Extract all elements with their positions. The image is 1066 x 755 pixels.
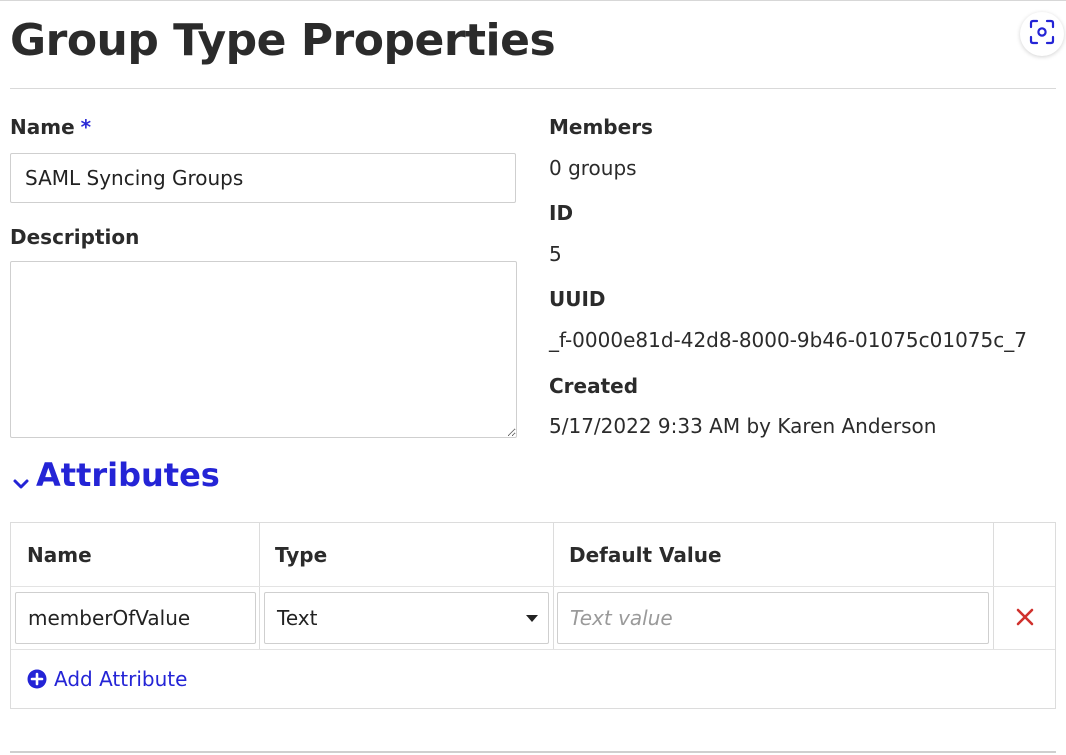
header-row-divider bbox=[11, 586, 1055, 587]
attribute-default-value-input[interactable] bbox=[557, 592, 989, 644]
column-header-default-value: Default Value bbox=[569, 542, 722, 567]
description-label: Description bbox=[10, 225, 140, 249]
focus-button[interactable] bbox=[1020, 12, 1064, 56]
add-attribute-button[interactable]: Add Attribute bbox=[27, 666, 187, 692]
top-border bbox=[0, 0, 1066, 1]
column-header-type: Type bbox=[275, 542, 328, 567]
close-icon bbox=[1015, 607, 1035, 631]
caret-down-icon bbox=[526, 614, 538, 622]
page-title: Group Type Properties bbox=[10, 15, 556, 66]
bottom-divider bbox=[10, 751, 1056, 753]
focus-scan-icon bbox=[1029, 19, 1055, 49]
members-value: 0 groups bbox=[549, 156, 637, 180]
created-label: Created bbox=[549, 374, 639, 398]
name-label: Name * bbox=[10, 114, 91, 140]
attributes-heading: Attributes bbox=[36, 456, 220, 494]
created-value: 5/17/2022 9:33 AM by Karen Anderson bbox=[549, 414, 937, 438]
id-value: 5 bbox=[549, 242, 562, 266]
group-type-properties-page: Group Type Properties Name* Description … bbox=[0, 0, 1066, 755]
attribute-name-input[interactable] bbox=[15, 592, 256, 644]
name-label-text: Name bbox=[10, 115, 75, 139]
column-header-name: Name bbox=[27, 542, 92, 567]
row-divider bbox=[11, 649, 1055, 650]
id-label: ID bbox=[549, 201, 574, 225]
title-divider bbox=[10, 88, 1056, 89]
attribute-type-select[interactable]: Text bbox=[264, 592, 549, 644]
uuid-value: _f-0000e81d-42d8-8000-9b46-01075c01075c_… bbox=[549, 328, 1027, 352]
attributes-table: Name Type Default Value Text bbox=[10, 522, 1056, 709]
delete-attribute-button[interactable] bbox=[1011, 605, 1039, 633]
add-attribute-label: Add Attribute bbox=[54, 667, 188, 691]
description-textarea[interactable] bbox=[10, 261, 517, 438]
uuid-label: UUID bbox=[549, 287, 606, 311]
name-input[interactable] bbox=[10, 153, 516, 203]
plus-circle-icon bbox=[27, 669, 47, 689]
chevron-down-icon bbox=[10, 464, 32, 489]
required-marker: * bbox=[80, 115, 92, 139]
members-label: Members bbox=[549, 115, 653, 139]
attributes-toggle[interactable]: Attributes bbox=[10, 455, 220, 495]
attribute-type-value: Text bbox=[277, 606, 318, 630]
